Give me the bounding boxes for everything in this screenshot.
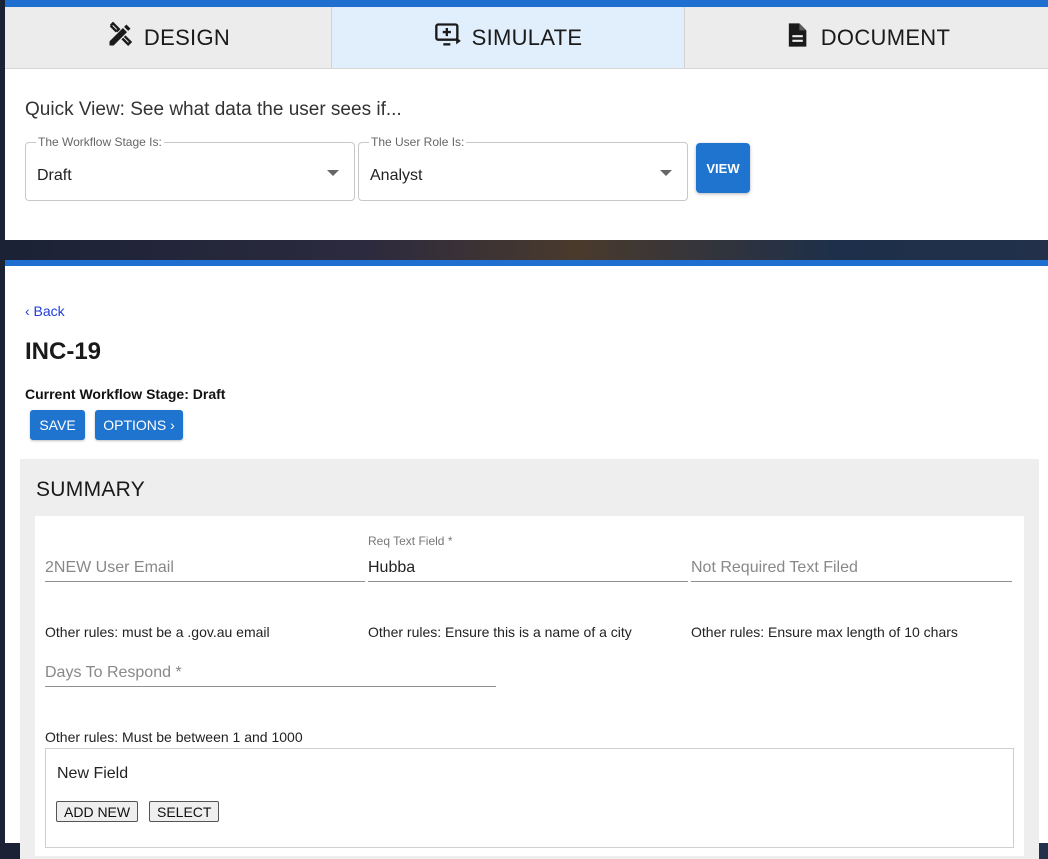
save-button[interactable]: SAVE <box>30 410 85 440</box>
current-workflow-stage: Current Workflow Stage: Draft <box>25 386 226 402</box>
options-button[interactable]: OPTIONS › <box>95 410 183 440</box>
new-field-box: New Field ADD NEW SELECT <box>45 748 1014 848</box>
days-to-respond-placeholder: Days To Respond * <box>45 664 182 681</box>
mode-tabs: DESIGN SIMULATE DOCUMENT <box>5 7 1048 69</box>
tab-design[interactable]: DESIGN <box>5 7 332 68</box>
req-text-field[interactable]: Req Text Field * Hubba <box>368 534 688 582</box>
req-text-field-value: Hubba <box>368 559 416 576</box>
req-text-rule: Other rules: Ensure this is a name of a … <box>368 624 632 640</box>
user-role-label: The User Role Is: <box>369 135 467 149</box>
design-tools-icon <box>106 21 134 55</box>
tab-design-label: DESIGN <box>143 24 231 50</box>
tab-simulate[interactable]: SIMULATE <box>332 7 685 68</box>
not-required-text-rule: Other rules: Ensure max length of 10 cha… <box>691 624 958 640</box>
days-to-respond-rule: Other rules: Must be between 1 and 1000 <box>45 729 303 745</box>
simulate-screen-icon <box>434 21 462 55</box>
days-to-respond-field[interactable]: Days To Respond * <box>45 655 496 687</box>
simulate-panel: DESIGN SIMULATE DOCUMENT Quick View: See… <box>5 0 1048 240</box>
tab-document-label: DOCUMENT <box>820 24 951 50</box>
tab-simulate-label: SIMULATE <box>471 24 583 50</box>
view-button[interactable]: VIEW <box>696 143 750 193</box>
workflow-stage-value: Draft <box>37 167 72 184</box>
user-role-select[interactable]: The User Role Is: Analyst <box>358 135 688 201</box>
select-button[interactable]: SELECT <box>149 801 220 822</box>
record-page: ‹ Back INC-19 Current Workflow Stage: Dr… <box>5 260 1048 859</box>
tab-document[interactable]: DOCUMENT <box>685 7 1048 68</box>
user-email-rule: Other rules: must be a .gov.au email <box>45 624 270 640</box>
add-new-button[interactable]: ADD NEW <box>56 801 139 822</box>
workflow-stage-label: The Workflow Stage Is: <box>36 135 164 149</box>
not-required-text-placeholder: Not Required Text Filed <box>691 559 858 576</box>
not-required-text-field[interactable]: Not Required Text Filed <box>691 550 1012 582</box>
quick-view-title: Quick View: See what data the user sees … <box>25 99 402 120</box>
summary-card: 2NEW User Email Req Text Field * Hubba N… <box>35 516 1024 856</box>
workflow-stage-select[interactable]: The Workflow Stage Is: Draft <box>25 135 355 201</box>
user-email-placeholder: 2NEW User Email <box>45 559 174 576</box>
req-text-field-label: Req Text Field * <box>368 534 453 548</box>
new-field-title: New Field <box>57 765 129 782</box>
page-title: INC-19 <box>25 338 102 365</box>
chevron-down-icon <box>660 170 672 176</box>
user-email-field[interactable]: 2NEW User Email <box>45 550 365 582</box>
summary-title: SUMMARY <box>36 478 146 501</box>
summary-section: SUMMARY 2NEW User Email Req Text Field *… <box>20 459 1039 859</box>
back-link[interactable]: ‹ Back <box>25 303 65 319</box>
document-icon <box>783 21 811 55</box>
user-role-value: Analyst <box>370 167 423 184</box>
chevron-down-icon <box>327 170 339 176</box>
